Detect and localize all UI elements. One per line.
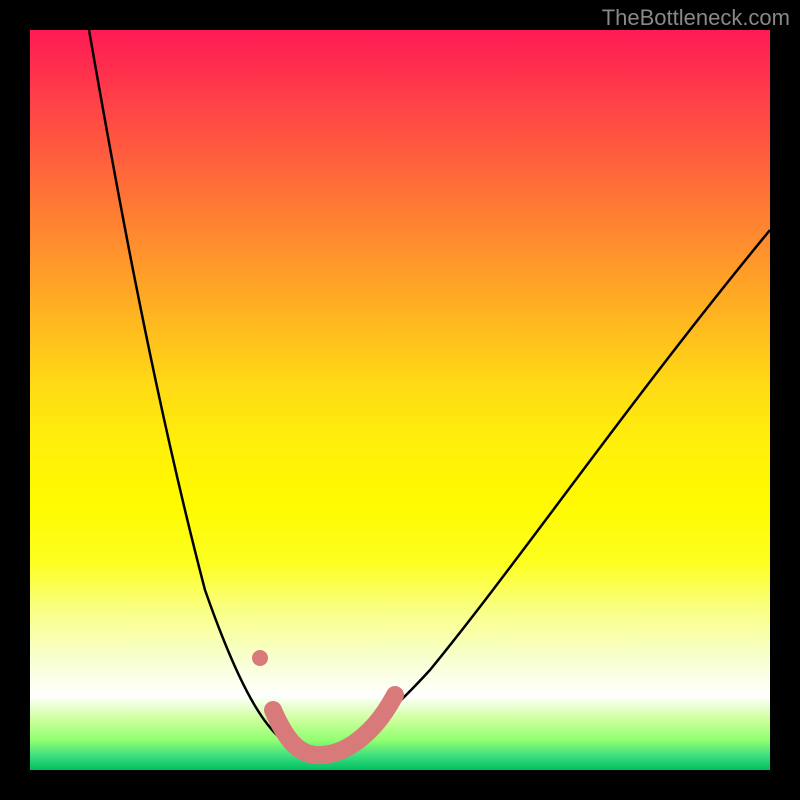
marker-dot (252, 650, 268, 666)
bottleneck-curve-line (89, 30, 770, 752)
curve-svg (30, 30, 770, 770)
chart-container: TheBottleneck.com (0, 0, 800, 800)
watermark-text: TheBottleneck.com (602, 5, 790, 31)
marker-band (273, 695, 395, 755)
plot-area (30, 30, 770, 770)
